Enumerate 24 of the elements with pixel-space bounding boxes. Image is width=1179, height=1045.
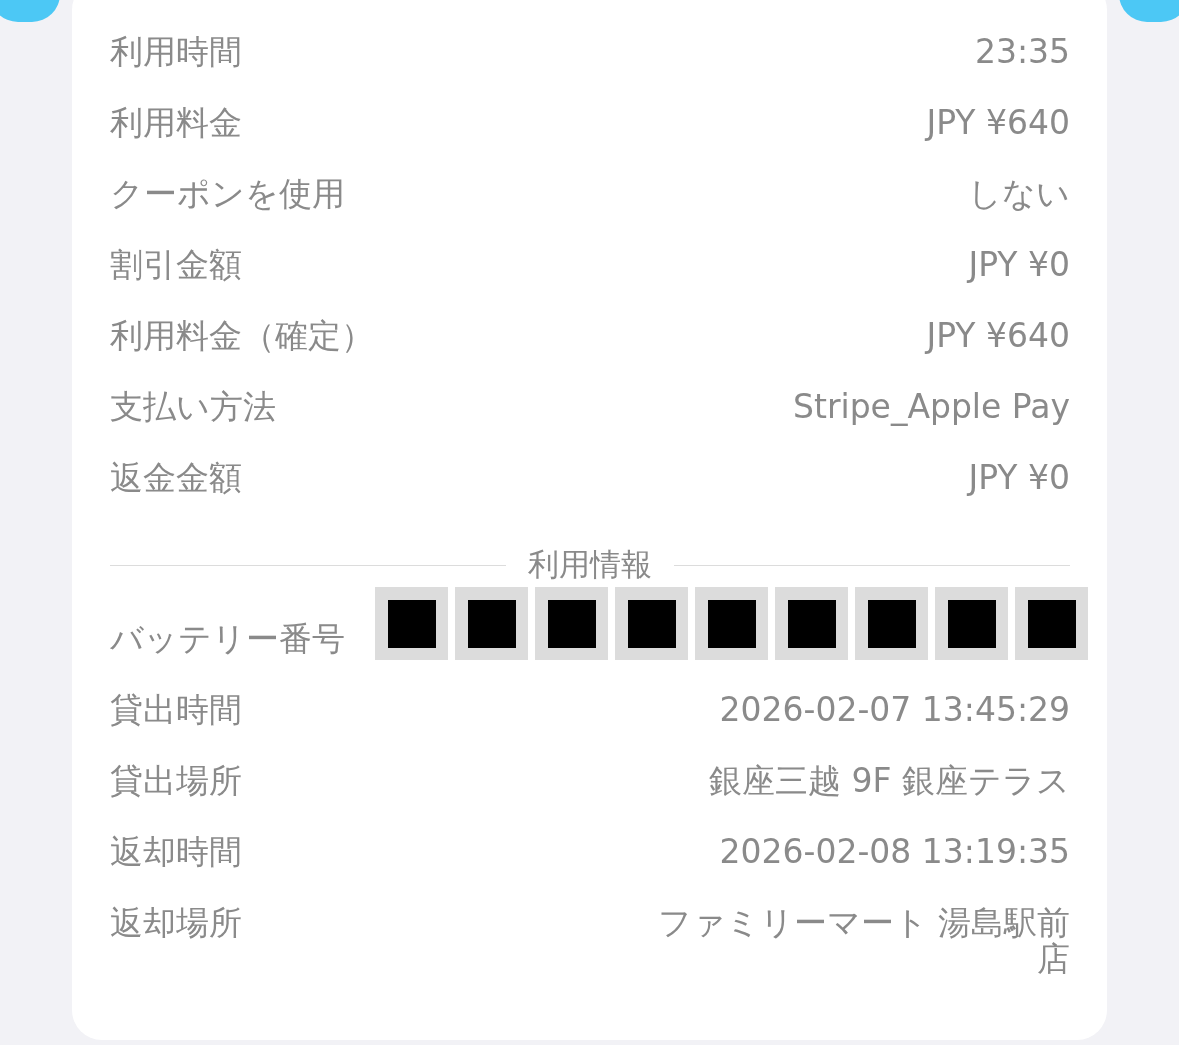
row-label: 貸出時間: [110, 689, 242, 731]
row-label: 貸出場所: [110, 760, 242, 802]
row-label: 利用料金（確定）: [110, 315, 374, 357]
row-label: 返却時間: [110, 831, 242, 873]
row-label: 返金金額: [110, 457, 242, 499]
row-value: 銀座三越 9F 銀座テラス: [709, 760, 1070, 799]
row-value: ファミリーマート 湯島駅前店: [656, 902, 1070, 977]
row-value: 2026-02-07 13:45:29: [719, 689, 1070, 728]
row-label: 利用時間: [110, 31, 242, 73]
row-value: JPY ¥0: [968, 457, 1070, 499]
row-label: バッテリー番号: [110, 618, 345, 660]
row-value: Stripe_Apple Pay: [793, 386, 1070, 428]
row-value: 23:35: [974, 31, 1070, 73]
row-label: 割引金額: [110, 244, 242, 286]
row-value: JPY ¥0: [968, 244, 1070, 286]
row-value: JPY ¥640: [926, 102, 1070, 144]
row-label: 返却場所: [110, 902, 242, 944]
row-label: クーポンを使用: [110, 173, 345, 215]
row-value: 2026-02-08 13:19:35: [719, 831, 1070, 870]
row-label: 支払い方法: [110, 386, 276, 428]
row-value: JPY ¥640: [926, 315, 1070, 357]
section-title: 利用情報: [528, 545, 652, 584]
row-value: しない: [968, 173, 1070, 215]
row-label: 利用料金: [110, 102, 242, 144]
